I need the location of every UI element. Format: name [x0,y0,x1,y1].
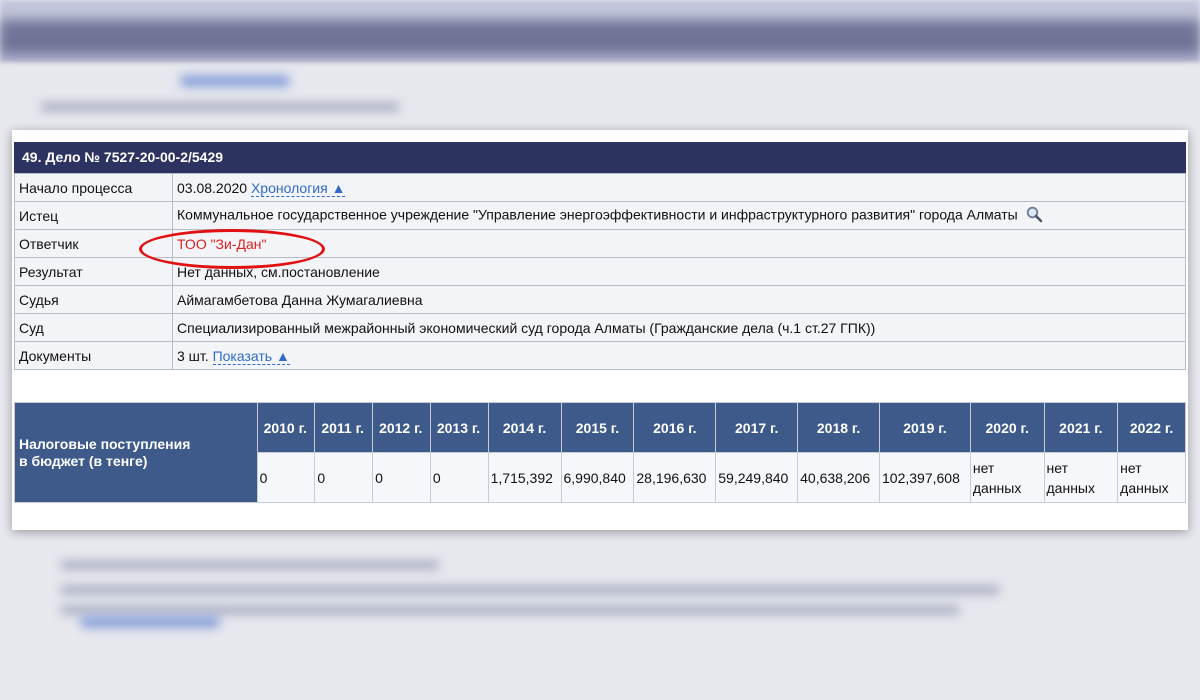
background-text-line [60,605,960,615]
tax-value: 0 [372,452,431,503]
table-row: Начало процесса 03.08.2020 Хронология ▲ [14,173,1186,202]
row-value: 03.08.2020 Хронология ▲ [172,173,1186,202]
tax-value: нет данных [1043,452,1119,503]
row-value: ТОО "Зи-Дан" [172,229,1186,258]
case-info-table: Начало процесса 03.08.2020 Хронология ▲ … [14,173,1186,370]
tax-label-line2: в бюджет (в тенге) [19,452,148,469]
background-text-line [60,585,1000,595]
row-label: Истец [14,201,173,230]
table-row: Документы 3 шт. Показать ▲ [14,341,1186,370]
background-text-line [60,560,440,570]
tax-value: 0 [256,452,316,503]
year-header: 2013 г. [429,402,489,453]
row-value: Нет данных, см.постановление [172,257,1186,286]
year-header: 2012 г. [372,402,431,453]
table-row: Суд Специализированный межрайонный эконо… [14,313,1186,342]
table-row: Судья Аймагамбетова Данна Жумагалиевна [14,285,1186,314]
row-label: Суд [14,313,173,342]
tax-value: 28,196,630 [633,452,717,503]
row-label: Судья [14,285,173,314]
tax-header-row: Налоговые поступления в бюджет (в тенге)… [14,402,1186,503]
year-header: 2018 г. [797,402,881,453]
tax-value: нет данных [1117,452,1186,503]
year-header: 2016 г. [633,402,717,453]
tax-value: 0 [314,452,374,503]
tax-label: Налоговые поступления в бюджет (в тенге) [14,402,258,503]
tax-value: 6,990,840 [560,452,635,503]
chronology-link[interactable]: Хронология ▲ [250,179,346,197]
table-row: Истец Коммунальное государственное учреж… [14,201,1186,230]
background-text-line [40,102,400,112]
highlight-circle [139,229,325,269]
year-header: 2010 г. [256,402,316,453]
tax-value: 59,249,840 [715,452,799,503]
background-nav-bar [0,20,1200,54]
row-label: Результат [14,257,173,286]
plaintiff-name: Коммунальное государственное учреждение … [177,206,1018,223]
background-link [80,616,220,628]
row-label: Документы [14,341,173,370]
case-title: 49. Дело № 7527-20-00-2/5429 [14,142,1186,173]
row-value: Коммунальное государственное учреждение … [172,201,1186,230]
magnifier-icon[interactable] [1026,206,1043,226]
tax-value: 1,715,392 [487,452,562,503]
show-documents-link[interactable]: Показать ▲ [212,347,290,365]
tax-table: Налоговые поступления в бюджет (в тенге)… [14,402,1186,503]
tax-value: нет данных [969,452,1045,503]
start-date: 03.08.2020 [177,179,248,196]
tax-value: 40,638,206 [797,452,881,503]
row-value: Аймагамбетова Данна Жумагалиевна [172,285,1186,314]
tax-label-line1: Налоговые поступления [19,435,191,452]
row-label: Начало процесса [14,173,173,202]
year-header: 2021 г. [1043,402,1119,453]
tax-value: 102,397,608 [879,452,971,503]
year-header: 2014 г. [487,402,562,453]
year-header: 2020 г. [969,402,1045,453]
year-header: 2022 г. [1117,402,1186,453]
case-panel: 49. Дело № 7527-20-00-2/5429 Начало проц… [12,130,1188,530]
documents-count: 3 шт. [177,347,209,364]
row-value: Специализированный межрайонный экономиче… [172,313,1186,342]
year-header: 2017 г. [715,402,799,453]
tax-value: 0 [429,452,489,503]
year-header: 2019 г. [879,402,971,453]
year-header: 2015 г. [560,402,635,453]
year-header: 2011 г. [314,402,374,453]
background-link [180,75,290,87]
row-value: 3 шт. Показать ▲ [172,341,1186,370]
